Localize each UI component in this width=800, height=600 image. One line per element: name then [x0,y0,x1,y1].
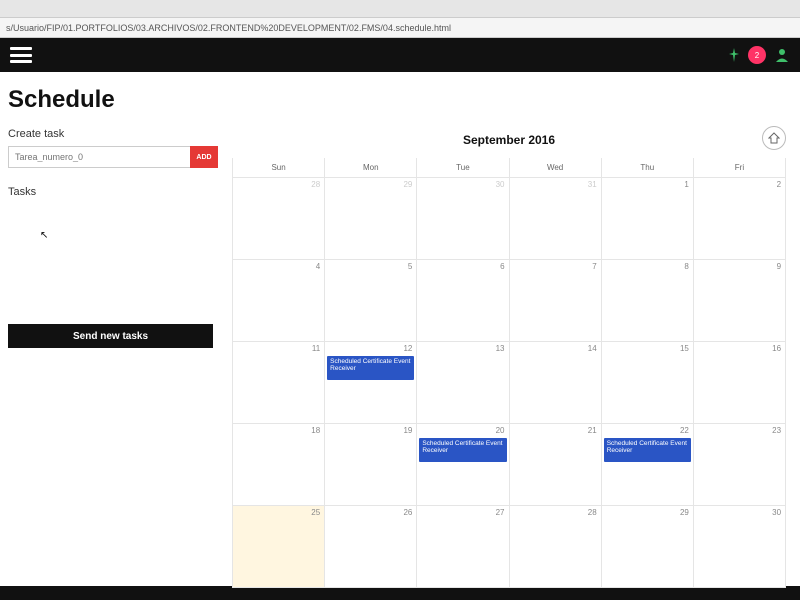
calendar-day-number: 30 [496,180,505,189]
calendar-day-cell[interactable]: 30 [694,506,786,588]
calendar-day-cell[interactable]: 19 [325,424,417,506]
footer-strip [0,586,800,600]
notification-count: 2 [755,51,759,60]
calendar-day-number: 5 [408,262,412,271]
calendar-day-cell[interactable]: 22 Scheduled Certificate Event Receiver [602,424,694,506]
app-top-bar: 2 [0,38,800,72]
user-icon[interactable] [774,47,790,63]
calendar-day-header: Tue [417,158,509,178]
calendar-day-number: 4 [316,262,320,271]
calendar-day-number: 9 [777,262,781,271]
calendar-day-cell[interactable]: 29 [325,178,417,260]
calendar-day-cell[interactable]: 13 [417,342,509,424]
calendar-day-number: 29 [680,508,689,517]
notification-badge[interactable]: 2 [748,46,766,64]
calendar-day-number: 19 [403,426,412,435]
add-task-button[interactable]: Add [190,146,218,168]
pin-icon[interactable] [728,48,740,62]
calendar-panel: September 2016 SunMonTueWedThuFri 282930… [232,128,786,588]
calendar-day-cell[interactable]: 29 [602,506,694,588]
calendar-day-cell[interactable]: 20 Scheduled Certificate Event Receiver [417,424,509,506]
calendar-day-number: 8 [684,262,688,271]
calendar-day-number: 13 [496,344,505,353]
calendar-day-number: 16 [772,344,781,353]
calendar-day-cell[interactable]: 26 [325,506,417,588]
calendar-day-number: 31 [588,180,597,189]
calendar-day-cell[interactable]: 18 [233,424,325,506]
tasks-label: Tasks [8,186,218,198]
create-task-label: Create task [8,128,218,140]
calendar-day-cell[interactable]: 16 [694,342,786,424]
left-panel: Create task Add Tasks Send new tasks [8,128,218,588]
calendar-grid: SunMonTueWedThuFri 28293031124567891112S… [232,158,786,588]
calendar-day-cell[interactable]: 21 [510,424,602,506]
browser-tab-strip[interactable] [0,0,800,18]
calendar-day-number: 14 [588,344,597,353]
calendar-day-number: 1 [684,180,688,189]
calendar-day-number: 26 [403,508,412,517]
calendar-day-number: 23 [772,426,781,435]
calendar-day-number: 18 [311,426,320,435]
browser-url-text: s/Usuario/FIP/01.PORTFOLIOS/03.ARCHIVOS/… [6,23,451,33]
calendar-day-number: 2 [777,180,781,189]
calendar-event[interactable]: Scheduled Certificate Event Receiver [419,438,506,462]
calendar-day-cell[interactable]: 15 [602,342,694,424]
calendar-day-header: Mon [325,158,417,178]
calendar-day-cell[interactable]: 14 [510,342,602,424]
calendar-day-cell[interactable]: 5 [325,260,417,342]
calendar-day-cell[interactable]: 2 [694,178,786,260]
calendar-day-header: Wed [510,158,602,178]
calendar-home-button[interactable] [762,126,786,150]
calendar-day-header: Sun [233,158,325,178]
calendar-day-cell[interactable]: 25 [233,506,325,588]
calendar-title: September 2016 [463,133,555,147]
page-title: Schedule [8,86,786,114]
calendar-day-number: 27 [496,508,505,517]
calendar-day-number: 22 [680,426,689,435]
calendar-day-cell[interactable]: 1 [602,178,694,260]
calendar-day-cell[interactable]: 8 [602,260,694,342]
calendar-day-cell[interactable]: 6 [417,260,509,342]
calendar-day-cell[interactable]: 28 [510,506,602,588]
calendar-event[interactable]: Scheduled Certificate Event Receiver [604,438,691,462]
calendar-day-number: 25 [311,508,320,517]
calendar-day-cell[interactable]: 23 [694,424,786,506]
calendar-day-cell[interactable]: 7 [510,260,602,342]
calendar-day-header: Fri [694,158,786,178]
calendar-day-cell[interactable]: 9 [694,260,786,342]
calendar-day-number: 28 [588,508,597,517]
calendar-day-cell[interactable]: 28 [233,178,325,260]
hamburger-menu-icon[interactable] [10,47,32,63]
calendar-day-cell[interactable]: 12 Scheduled Certificate Event Receiver [325,342,417,424]
calendar-day-number: 12 [403,344,412,353]
calendar-day-number: 7 [592,262,596,271]
calendar-day-header: Thu [602,158,694,178]
calendar-day-cell[interactable]: 4 [233,260,325,342]
calendar-day-cell[interactable]: 27 [417,506,509,588]
calendar-day-cell[interactable]: 11 [233,342,325,424]
task-name-input[interactable] [8,146,190,168]
calendar-day-number: 20 [496,426,505,435]
calendar-day-cell[interactable]: 30 [417,178,509,260]
send-tasks-button[interactable]: Send new tasks [8,324,213,348]
calendar-day-number: 28 [311,180,320,189]
calendar-day-number: 21 [588,426,597,435]
calendar-day-number: 30 [772,508,781,517]
calendar-event[interactable]: Scheduled Certificate Event Receiver [327,356,414,380]
calendar-day-number: 6 [500,262,504,271]
calendar-day-number: 11 [312,344,320,353]
browser-url-bar[interactable]: s/Usuario/FIP/01.PORTFOLIOS/03.ARCHIVOS/… [0,18,800,38]
calendar-day-number: 15 [680,344,689,353]
calendar-day-number: 29 [403,180,412,189]
calendar-day-cell[interactable]: 31 [510,178,602,260]
